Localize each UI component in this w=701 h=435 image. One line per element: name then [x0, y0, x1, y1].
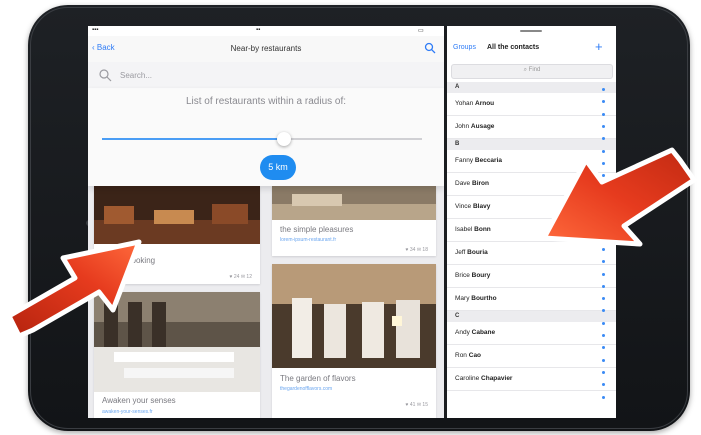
drag-handle[interactable]	[520, 30, 542, 32]
contact-first-name: Brice	[455, 272, 470, 279]
index-dot[interactable]	[602, 358, 605, 362]
contact-row[interactable]: Andy Cabane	[447, 322, 616, 345]
contact-first-name: Yohan	[455, 100, 474, 107]
contact-last-name: Bonn	[474, 226, 491, 233]
contact-last-name: Biron	[472, 180, 489, 187]
arrow-pointer-left	[6, 239, 142, 339]
restaurant-stats: ♥ 24 ✉ 12	[229, 274, 252, 280]
contact-last-name: Bouria	[467, 249, 488, 256]
restaurant-link[interactable]: awaken-your-senses.fr	[102, 409, 153, 415]
contact-last-name: Boury	[471, 272, 491, 279]
index-dot[interactable]	[602, 383, 605, 387]
contact-last-name: Blavy	[472, 203, 491, 210]
contact-first-name: Fanny	[455, 157, 474, 164]
restaurant-title: The garden of flavors	[280, 374, 356, 383]
index-dot[interactable]	[602, 100, 605, 104]
restaurant-card[interactable]: The garden of flavors thegardenofflavors…	[272, 264, 436, 418]
section-header: A	[447, 82, 616, 93]
index-dot[interactable]	[602, 395, 605, 399]
contact-row[interactable]: Ron Cao	[447, 345, 616, 368]
contact-last-name: Cabane	[471, 329, 496, 336]
contact-last-name: Beccaria	[474, 157, 502, 164]
index-dot[interactable]	[602, 309, 605, 313]
index-dot[interactable]	[602, 88, 605, 91]
contact-last-name: Cao	[468, 352, 482, 359]
contact-row[interactable]: Caroline Chapavier	[447, 368, 616, 391]
contact-row[interactable]: Yohan Arnou	[447, 93, 616, 116]
find-placeholder-text: Find	[528, 67, 541, 73]
page-title: Near-by restaurants	[230, 44, 302, 53]
contact-first-name: John	[455, 123, 470, 130]
battery-icon: ▭	[418, 28, 424, 34]
contact-first-name: Dave	[455, 180, 471, 187]
carrier-indicator: ▪▪▪	[92, 27, 99, 33]
groups-button[interactable]: Groups	[453, 44, 476, 51]
index-dot[interactable]	[602, 321, 605, 325]
search-bar[interactable]: Search...	[88, 62, 444, 89]
radius-caption: List of restaurants within a radius of:	[185, 96, 347, 107]
contact-last-name: Arnou	[475, 100, 495, 107]
radius-value-bubble: 5 km	[260, 155, 296, 180]
restaurant-photo	[272, 186, 436, 220]
index-dot[interactable]	[602, 112, 605, 116]
contact-first-name: Andy	[455, 329, 470, 336]
radius-slider[interactable]	[102, 138, 422, 140]
contacts-title: All the contacts	[487, 44, 540, 51]
contact-row[interactable]: Mary Bourtho	[447, 288, 616, 311]
search-icon	[99, 69, 112, 82]
contact-row[interactable]: John Ausage	[447, 116, 616, 139]
contact-first-name: Mary	[455, 295, 470, 302]
contact-last-name: Ausage	[470, 123, 495, 130]
index-dot[interactable]	[602, 124, 605, 128]
restaurant-link[interactable]: thegardenofflavors.com	[280, 386, 332, 392]
nav-bar: ‹ Back Near-by restaurants	[88, 36, 444, 63]
index-dot[interactable]	[602, 370, 605, 374]
search-icon[interactable]	[424, 42, 436, 54]
restaurant-title: Awaken your senses	[102, 396, 176, 405]
status-bar: ▪▪▪ ▪▪ ▭	[88, 26, 444, 36]
restaurants-app: ▪▪▪ ▪▪ ▭ ‹ Back Near-by restaurants Sear…	[88, 26, 444, 418]
index-dot[interactable]	[602, 297, 605, 301]
radius-slider-fill	[102, 138, 285, 140]
contact-first-name: Jeff	[455, 249, 466, 256]
contact-first-name: Vince	[455, 203, 472, 210]
contact-last-name: Chapavier	[481, 375, 513, 382]
restaurant-link[interactable]: lorem-ipsum-restaurant.fr	[280, 237, 336, 243]
section-header: C	[447, 311, 616, 322]
find-field[interactable]: ⌕ Find	[451, 64, 613, 79]
clock: ▪▪	[256, 27, 261, 33]
restaurant-title: the simple pleasures	[280, 225, 354, 234]
radius-panel: List of restaurants within a radius of: …	[88, 88, 444, 186]
contacts-nav-bar: Groups All the contacts +	[447, 38, 616, 60]
arrow-pointer-right	[541, 147, 697, 247]
restaurant-stats: ♥ 34 ✉ 18	[405, 247, 428, 253]
radius-slider-thumb[interactable]	[277, 132, 292, 146]
find-placeholder: ⌕ Find	[523, 67, 541, 73]
restaurant-stats: ♥ 41 ✉ 15	[405, 402, 428, 408]
search-input[interactable]: Search...	[120, 71, 152, 80]
contact-first-name: Isabel	[455, 226, 473, 233]
index-dot[interactable]	[602, 346, 605, 350]
contact-first-name: Ron	[455, 352, 467, 359]
restaurant-photo	[272, 264, 436, 368]
restaurant-card[interactable]: the simple pleasures lorem-ipsum-restaur…	[272, 186, 436, 256]
add-contact-button[interactable]: +	[595, 39, 603, 54]
index-dot[interactable]	[602, 284, 605, 288]
contact-first-name: Caroline	[455, 375, 480, 382]
contact-last-name: Bourtho	[471, 295, 497, 302]
index-dot[interactable]	[602, 334, 605, 337]
